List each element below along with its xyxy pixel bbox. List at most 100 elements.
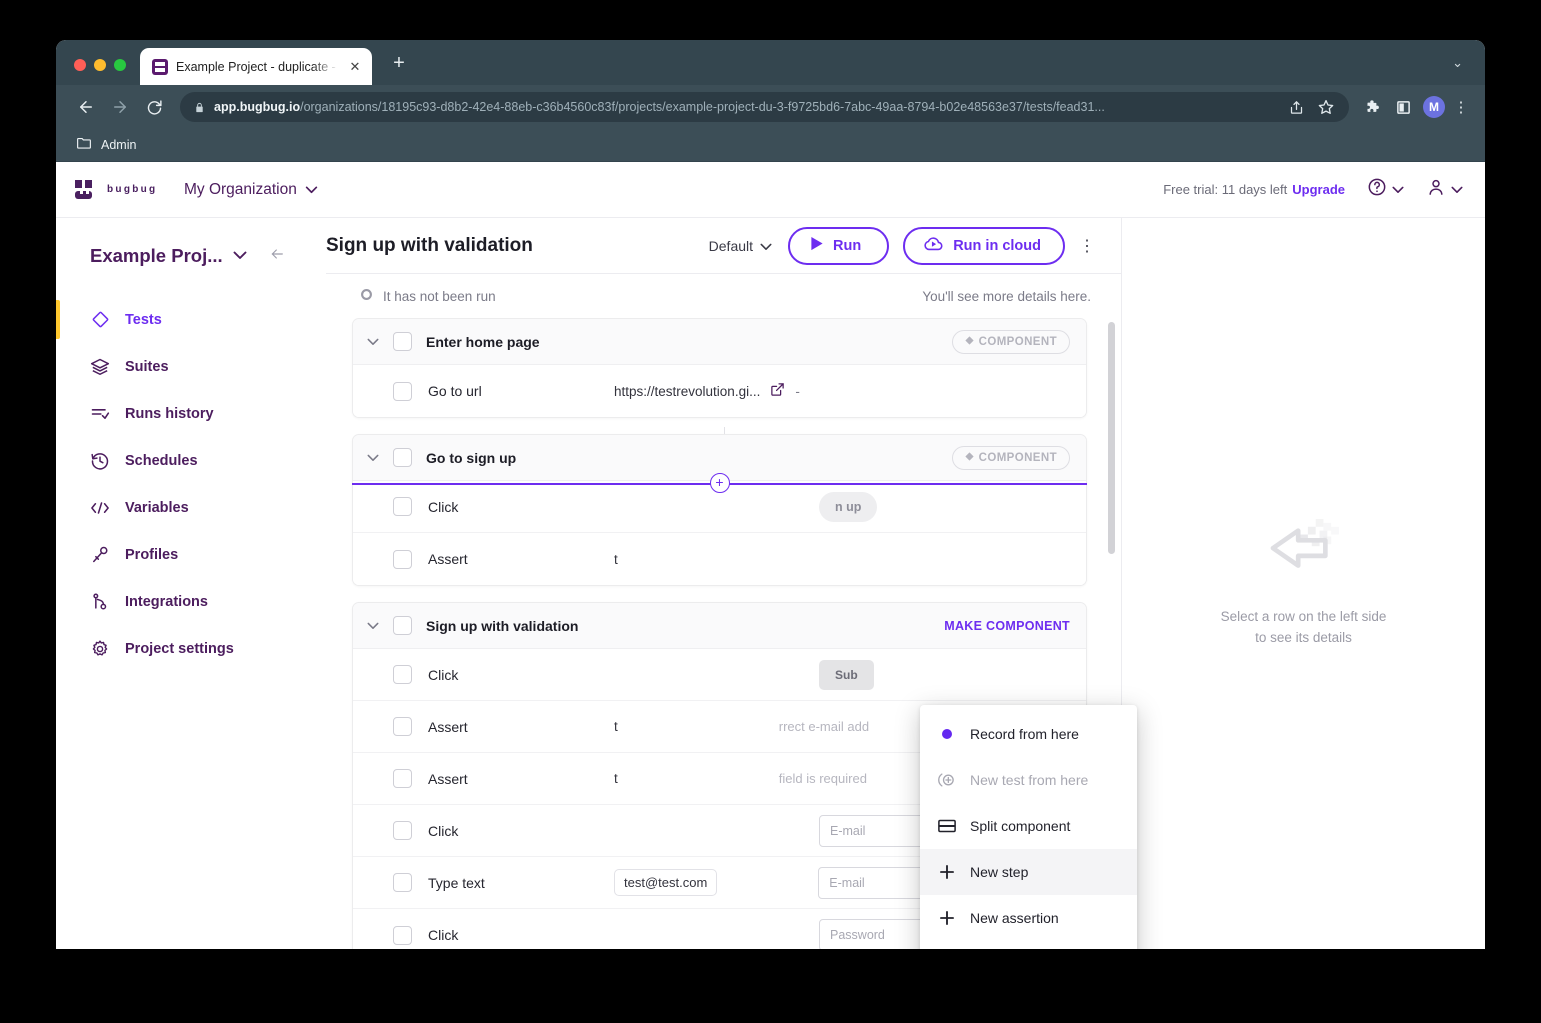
sidebar-item-project-settings[interactable]: Project settings: [56, 625, 326, 672]
app-header: bugbug My Organization Free trial: 11 da…: [56, 162, 1485, 218]
context-menu[interactable]: Record from here New test from here Spli…: [920, 705, 1137, 949]
arrow-left-icon[interactable]: [267, 246, 287, 267]
sidebar-item-label: Project settings: [125, 640, 234, 657]
new-tab-button[interactable]: +: [386, 51, 412, 77]
component-badge-label: COMPONENT: [978, 451, 1057, 464]
run-button-label: Run: [833, 237, 862, 254]
window-minimize-button[interactable]: [94, 59, 106, 71]
browser-tab[interactable]: Example Project - duplicate - d ✕: [140, 48, 372, 85]
sidebar-item-suites[interactable]: Suites: [56, 343, 326, 390]
menu-item-record-from-here[interactable]: Record from here: [920, 711, 1137, 757]
step-group-title: Go to sign up: [426, 449, 517, 466]
step-checkbox[interactable]: [393, 497, 412, 516]
step-checkbox[interactable]: [393, 821, 412, 840]
step-group-checkbox[interactable]: [393, 448, 412, 467]
browser-profile-avatar[interactable]: M: [1423, 96, 1445, 118]
menu-item-new-test-from-here[interactable]: New test from here: [920, 757, 1137, 803]
step-checkbox[interactable]: [393, 665, 412, 684]
main-content: Sign up with validation Default Run Run …: [326, 218, 1485, 949]
status-text: It has not been run: [383, 288, 496, 304]
bugbug-favicon: [152, 58, 168, 75]
record-dot-icon: [938, 728, 956, 740]
insertion-line: +: [352, 473, 1087, 493]
sidebar-item-variables[interactable]: Variables: [56, 484, 326, 531]
menu-item-label: New step: [970, 864, 1029, 880]
back-arrow-icon[interactable]: [70, 91, 102, 123]
step-checkbox[interactable]: [393, 769, 412, 788]
trial-status-text: Free trial: 11 days left: [1163, 182, 1288, 197]
step-row[interactable]: Click Sub: [353, 649, 1086, 701]
account-menu-button[interactable]: [1426, 177, 1463, 202]
sidebar-item-label: Variables: [125, 499, 189, 516]
help-menu-button[interactable]: [1367, 177, 1404, 202]
step-group: Enter home page COMPONENT Go to url http…: [352, 318, 1087, 418]
steps-scrollbar[interactable]: [1108, 322, 1115, 554]
sidebar-item-runs-history[interactable]: Runs history: [56, 390, 326, 437]
step-row[interactable]: Go to url https://testrevolution.gi... -: [353, 365, 1086, 417]
kebab-menu-icon[interactable]: ⋮: [1079, 236, 1095, 256]
run-in-cloud-button[interactable]: Run in cloud: [903, 226, 1065, 265]
sidebar-item-schedules[interactable]: Schedules: [56, 437, 326, 484]
menu-item-label: New test from here: [970, 772, 1089, 788]
run-button[interactable]: Run: [788, 226, 890, 265]
menu-item-new-assertion[interactable]: New assertion: [920, 895, 1137, 941]
split-icon: [938, 819, 956, 833]
test-editor: Sign up with validation Default Run Run …: [326, 218, 1137, 949]
sidebar-item-profiles[interactable]: Profiles: [56, 531, 326, 578]
menu-item-split-component[interactable]: Split component: [920, 803, 1137, 849]
step-row[interactable]: Assert t: [353, 533, 1086, 585]
split-screen-icon[interactable]: [1389, 92, 1417, 122]
address-bar[interactable]: app.bugbug.io/organizations/18195c93-d8b…: [180, 92, 1349, 122]
make-component-button[interactable]: MAKE COMPONENT: [944, 619, 1070, 633]
sidebar-item-integrations[interactable]: Integrations: [56, 578, 326, 625]
chevron-down-icon[interactable]: [233, 249, 247, 263]
step-value: https://testrevolution.gi... -: [614, 382, 800, 400]
kebab-menu-icon[interactable]: ⋮: [1451, 98, 1471, 116]
upgrade-link[interactable]: Upgrade: [1292, 182, 1345, 197]
step-checkbox[interactable]: [393, 549, 412, 569]
chevron-down-icon[interactable]: [367, 451, 379, 465]
bugbug-logo[interactable]: bugbug: [74, 179, 160, 201]
window-maximize-button[interactable]: [114, 59, 126, 71]
git-branch-icon: [90, 592, 110, 612]
chevron-down-icon[interactable]: ⌄: [1452, 55, 1485, 85]
status-left: It has not been run: [326, 288, 496, 304]
sidebar: Example Proj... Tests Suites Runs histor…: [56, 218, 326, 949]
menu-item-new-group[interactable]: New group: [920, 941, 1137, 949]
step-preview-button: Sub: [819, 659, 874, 690]
step-group-title: Sign up with validation: [426, 617, 579, 634]
step-name: Click: [428, 927, 459, 943]
bookmark-item-admin[interactable]: Admin: [101, 138, 136, 152]
step-checkbox[interactable]: [393, 717, 412, 736]
step-group-checkbox[interactable]: [393, 616, 412, 635]
step-checkbox[interactable]: [393, 873, 412, 892]
details-hint: You'll see more details here.: [922, 288, 1091, 304]
star-icon[interactable]: [1313, 94, 1339, 120]
extensions-puzzle-icon[interactable]: [1359, 92, 1387, 122]
step-group-header[interactable]: Enter home page COMPONENT: [353, 319, 1086, 365]
profile-select[interactable]: Default: [709, 238, 772, 254]
share-icon[interactable]: [1283, 94, 1309, 120]
step-group-header[interactable]: Sign up with validation MAKE COMPONENT: [353, 603, 1086, 649]
chevron-down-icon[interactable]: [367, 619, 379, 633]
chevron-down-icon[interactable]: [367, 335, 379, 349]
plus-circle-icon[interactable]: +: [709, 473, 730, 493]
step-checkbox[interactable]: [393, 925, 412, 945]
forward-arrow-icon[interactable]: [104, 91, 136, 123]
org-switcher[interactable]: My Organization: [184, 181, 318, 199]
external-link-icon[interactable]: [770, 382, 785, 400]
details-empty-text: Select a row on the left side to see its…: [1221, 607, 1387, 648]
sidebar-item-tests[interactable]: Tests: [56, 296, 326, 343]
close-icon[interactable]: ✕: [346, 58, 364, 76]
plus-icon: [938, 864, 956, 880]
step-value: n up: [819, 491, 878, 522]
step-group-checkbox[interactable]: [393, 332, 412, 351]
step-name: Assert: [428, 718, 468, 735]
menu-item-new-step[interactable]: New step: [920, 849, 1137, 895]
pixel-arrow-left-icon: [1270, 519, 1339, 569]
project-switcher[interactable]: Example Proj...: [56, 232, 326, 280]
step-checkbox[interactable]: [393, 381, 412, 401]
window-close-button[interactable]: [74, 59, 86, 71]
reload-icon[interactable]: [138, 91, 170, 123]
gear-icon: [90, 639, 110, 659]
